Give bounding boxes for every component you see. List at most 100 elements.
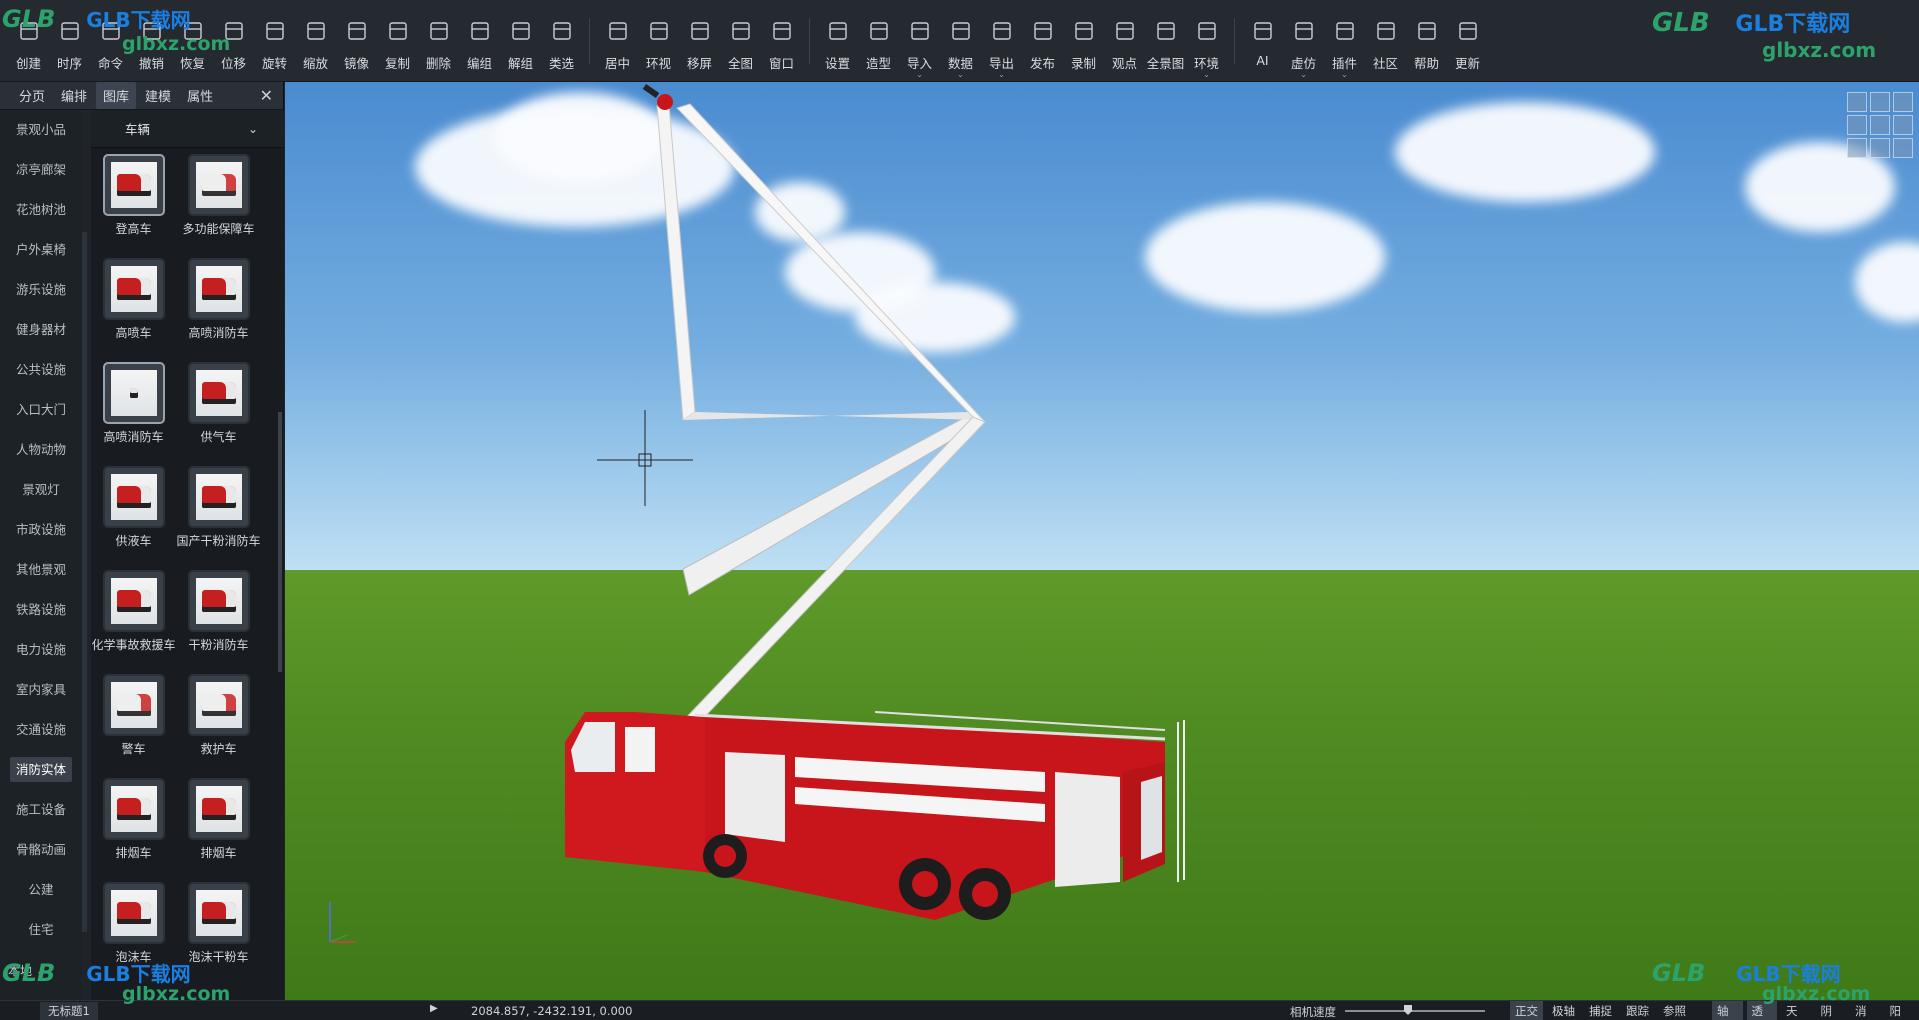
category-item[interactable]: 市政设施 [0,510,82,550]
vehicle-thumbnail[interactable] [187,674,250,736]
gallery-item[interactable]: 化学事故救援车 [91,568,176,672]
category-item[interactable]: 骨骼动画 [0,830,82,870]
view-cube-face[interactable] [1847,138,1867,158]
panel-tab[interactable]: 建模 [138,82,178,109]
gallery-item[interactable]: 警车 [91,672,176,776]
view-cube-face[interactable] [1893,138,1913,158]
copy-button[interactable]: 复制 [377,6,418,76]
vehicle-thumbnail[interactable] [187,466,250,528]
camera-speed-knob[interactable] [1404,1005,1412,1015]
ungroup-button[interactable]: 解组 [500,6,541,76]
scale-button[interactable]: 缩放 [295,6,336,76]
view-navigation-cube[interactable] [1847,92,1913,158]
gallery-item[interactable]: 干粉消防车 [176,568,261,672]
view-cube-face[interactable] [1893,92,1913,112]
category-item[interactable]: 交通设施 [0,710,82,750]
vehicle-thumbnail[interactable] [187,882,250,944]
vr-button[interactable]: 虚仿 ⌄ [1283,6,1324,79]
view-cube-face[interactable] [1847,92,1867,112]
export-button[interactable]: 导出 ⌄ [981,6,1022,79]
delete-button[interactable]: 删除 [418,6,459,76]
category-item[interactable]: 人物动物 [0,430,82,470]
category-item[interactable]: 公共设施 [0,350,82,390]
viewpoint-button[interactable]: 观点 [1104,6,1145,76]
fit-all-button[interactable]: 全图 [720,6,761,76]
gallery-item[interactable]: 排烟车 [176,776,261,880]
vehicle-thumbnail[interactable] [187,778,250,840]
gallery-item[interactable]: 高喷消防车 [176,256,261,360]
ai-button[interactable]: AI [1242,6,1283,76]
category-item[interactable]: 其他景观 [0,550,82,590]
category-item[interactable]: 景观灯 [0,470,82,510]
category-item[interactable]: 健身器材 [0,310,82,350]
view-cube-face[interactable] [1870,138,1890,158]
category-item[interactable]: 花池树池 [0,190,82,230]
view-cube-face[interactable] [1870,92,1890,112]
vehicle-thumbnail[interactable] [187,362,250,424]
window-button[interactable]: 窗口 [761,6,802,76]
snap-mode-toggle[interactable]: 捕捉 [1584,1001,1617,1020]
plugins-button[interactable]: 插件 ⌄ [1324,6,1365,79]
category-item[interactable]: 公建 [0,870,82,910]
data-button[interactable]: 数据 ⌄ [940,6,981,79]
category-item[interactable]: 入口大门 [0,390,82,430]
gallery-scrollbar[interactable] [278,412,282,672]
mirror-button[interactable]: 镜像 [336,6,377,76]
orbit-button[interactable]: 环视 [638,6,679,76]
snap-mode-toggle[interactable]: 跟踪 [1621,1001,1654,1020]
category-item[interactable]: 室内家具 [0,670,82,710]
pan-button[interactable]: 移屏 [679,6,720,76]
camera-speed-slider[interactable] [1345,1010,1485,1012]
gallery-item[interactable]: 救护车 [176,672,261,776]
fire-truck-model[interactable] [285,82,1919,1000]
category-item[interactable]: 铁路设施 [0,590,82,630]
3d-viewport[interactable] [285,82,1919,1000]
group-button[interactable]: 编组 [459,6,500,76]
category-item[interactable]: 户外桌椅 [0,230,82,270]
category-item[interactable]: 游乐设施 [0,270,82,310]
publish-button[interactable]: 发布 [1022,6,1063,76]
environment-button[interactable]: 环境 ⌄ [1186,6,1227,79]
category-item[interactable]: 消防实体 [0,750,82,790]
view-cube-face[interactable] [1870,115,1890,135]
vehicle-thumbnail[interactable] [102,362,165,424]
gallery-item[interactable]: 高喷车 [91,256,176,360]
gallery-item[interactable]: 多功能保障车 [176,152,261,256]
vehicle-thumbnail[interactable] [187,154,250,216]
select-similar-button[interactable]: 类选 [541,6,582,76]
vehicle-thumbnail[interactable] [187,258,250,320]
panel-tab[interactable]: 分页 [12,82,52,109]
community-button[interactable]: 社区 [1365,6,1406,76]
category-scrollbar[interactable] [82,232,87,932]
vehicle-thumbnail[interactable] [102,570,165,632]
vehicle-thumbnail[interactable] [102,778,165,840]
vehicle-thumbnail[interactable] [102,154,165,216]
category-item[interactable]: 景观小品 [0,110,82,150]
view-cube-face[interactable] [1893,115,1913,135]
play-arrow-icon[interactable]: ▶ [430,1003,438,1014]
gallery-item[interactable]: 供液车 [91,464,176,568]
gallery-item[interactable]: 登高车 [91,152,176,256]
gallery-item[interactable]: 排烟车 [91,776,176,880]
category-item[interactable]: 电力设施 [0,630,82,670]
panel-tab[interactable]: 图库 [96,82,137,109]
gallery-category-select[interactable]: 车辆 ⌄ [91,110,284,148]
view-cube-face[interactable] [1847,115,1867,135]
modeling-button[interactable]: 造型 [858,6,899,76]
view-mode-toggle[interactable]: 阳光 [1885,1001,1916,1020]
update-button[interactable]: 更新 [1447,6,1488,76]
vehicle-thumbnail[interactable] [102,466,165,528]
rotate-button[interactable]: 旋转 [254,6,295,76]
gallery-item[interactable]: 国产干粉消防车 [176,464,261,568]
record-button[interactable]: 录制 [1063,6,1104,76]
panel-close-button[interactable]: ✕ [260,86,273,105]
category-item[interactable]: 住宅 [0,910,82,950]
category-item[interactable]: 凉亭廊架 [0,150,82,190]
snap-mode-toggle[interactable]: 极轴 [1547,1001,1580,1020]
panel-tab[interactable]: 编排 [54,82,94,109]
panorama-button[interactable]: 全景图 [1145,6,1186,76]
vehicle-thumbnail[interactable] [102,674,165,736]
panel-tab[interactable]: 属性 [180,82,220,109]
help-button[interactable]: 帮助 [1406,6,1447,76]
vehicle-thumbnail[interactable] [102,882,165,944]
